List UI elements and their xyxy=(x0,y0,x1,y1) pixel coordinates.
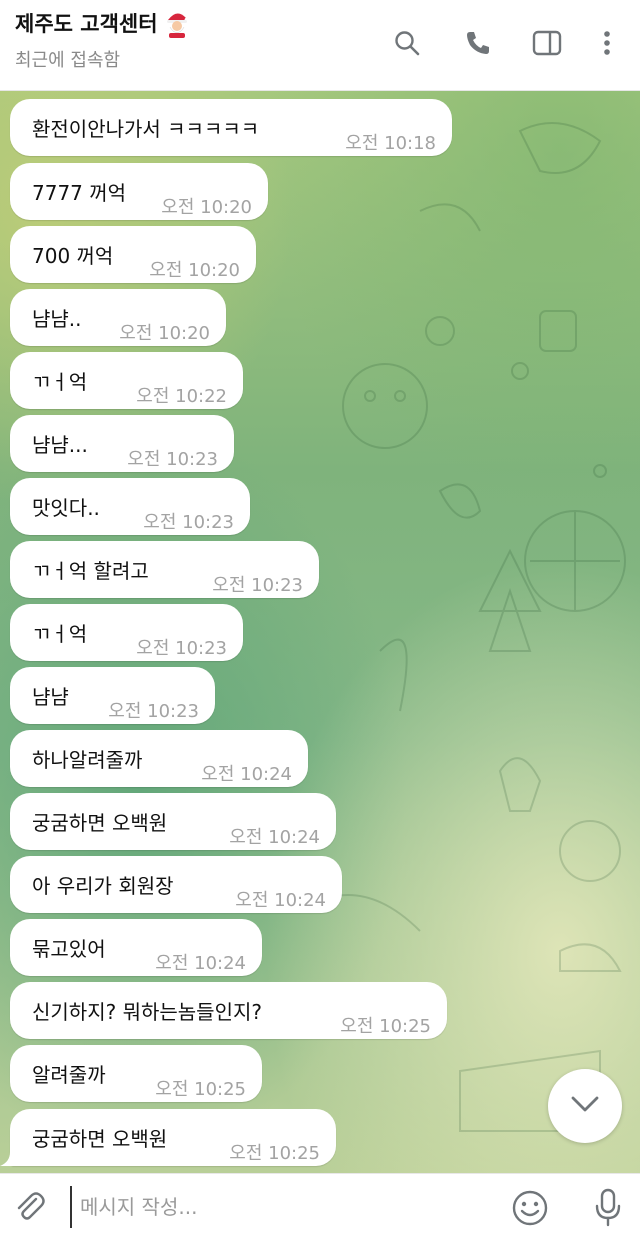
message-text: 맛잇다.. xyxy=(32,496,100,520)
bubble-tail xyxy=(0,1152,14,1166)
message-time: 오전 10:23 xyxy=(127,449,218,470)
santa-emoji-icon xyxy=(164,8,190,38)
message-bubble[interactable]: 700 꺼억 오전 10:20 xyxy=(10,226,256,283)
message-text: 궁굼하면 오백원 xyxy=(32,811,168,835)
message-time: 오전 10:24 xyxy=(201,764,292,785)
message-time: 오전 10:25 xyxy=(229,1143,320,1164)
message-time: 오전 10:23 xyxy=(212,575,303,596)
message-time: 오전 10:25 xyxy=(155,1079,246,1100)
message-text: 7777 꺼억 xyxy=(32,181,127,205)
message-bubble[interactable]: 신기하지? 뭐하는놈들인지? 오전 10:25 xyxy=(10,982,447,1039)
message-bubble[interactable]: 맛잇다.. 오전 10:23 xyxy=(10,478,250,535)
message-time: 오전 10:20 xyxy=(161,197,252,218)
message-text: 냠냠 xyxy=(32,685,69,709)
message-bubble[interactable]: 냠냠 오전 10:23 xyxy=(10,667,215,724)
message-bubble[interactable]: 환전이안나가서 ㅋㅋㅋㅋㅋ 오전 10:18 xyxy=(10,99,452,156)
chat-header: 제주도 고객센터 최근에 접속함 xyxy=(0,0,640,91)
message-bubble[interactable]: 하나알려줄까 오전 10:24 xyxy=(10,730,308,787)
chat-title-text: 제주도 고객센터 xyxy=(15,12,158,36)
message-text: ㄲㅓ억 xyxy=(32,370,88,394)
message-text: 냠냠.. xyxy=(32,307,82,331)
message-text: 하나알려줄까 xyxy=(32,748,143,772)
phone-icon[interactable] xyxy=(461,26,495,60)
message-time: 오전 10:20 xyxy=(149,260,240,281)
message-time: 오전 10:18 xyxy=(345,133,436,154)
message-bubble[interactable]: ㄲㅓ억 오전 10:22 xyxy=(10,352,243,409)
message-time: 오전 10:24 xyxy=(235,890,326,911)
message-text: 궁굼하면 오백원 xyxy=(32,1127,168,1151)
message-time: 오전 10:23 xyxy=(136,638,227,659)
message-text: ㄲㅓ억 xyxy=(32,622,88,646)
message-bubble[interactable]: 궁굼하면 오백원 오전 10:25 xyxy=(10,1109,336,1166)
message-input[interactable] xyxy=(70,1186,502,1228)
message-bubble[interactable]: 7777 꺼억 오전 10:20 xyxy=(10,163,268,220)
message-bubble[interactable]: 궁굼하면 오백원 오전 10:24 xyxy=(10,793,336,850)
message-bubble[interactable]: 냠냠... 오전 10:23 xyxy=(10,415,234,472)
message-time: 오전 10:24 xyxy=(229,827,320,848)
message-text: 700 꺼억 xyxy=(32,244,114,268)
sidebar-toggle-icon[interactable] xyxy=(530,26,564,60)
message-bubble[interactable]: ㄲㅓ억 할려고 오전 10:23 xyxy=(10,541,319,598)
last-seen-status: 최근에 접속함 xyxy=(15,50,121,71)
message-text: 묶고있어 xyxy=(32,937,106,961)
emoji-icon[interactable] xyxy=(510,1188,550,1228)
chat-messages-area[interactable]: 환전이안나가서 ㅋㅋㅋㅋㅋ 오전 10:18 7777 꺼억 오전 10:20 … xyxy=(0,91,640,1173)
message-time: 오전 10:23 xyxy=(108,701,199,722)
message-time: 오전 10:23 xyxy=(143,512,234,533)
message-time: 오전 10:24 xyxy=(155,953,246,974)
chat-title-area[interactable]: 제주도 고객센터 최근에 접속함 xyxy=(15,8,190,72)
chevron-down-icon xyxy=(570,1095,600,1117)
chat-title: 제주도 고객센터 xyxy=(15,8,190,38)
attach-icon[interactable] xyxy=(12,1190,48,1226)
message-bubble[interactable]: 알려줄까 오전 10:25 xyxy=(10,1045,262,1102)
message-text: 신기하지? 뭐하는놈들인지? xyxy=(32,1000,262,1024)
search-icon[interactable] xyxy=(390,26,424,60)
message-text: 알려줄까 xyxy=(32,1063,106,1087)
microphone-icon[interactable] xyxy=(588,1186,628,1228)
message-text: 냠냠... xyxy=(32,433,88,457)
message-time: 오전 10:22 xyxy=(136,386,227,407)
message-time: 오전 10:20 xyxy=(119,323,210,344)
message-bubble[interactable]: 냠냠.. 오전 10:20 xyxy=(10,289,226,346)
message-bubble[interactable]: 묶고있어 오전 10:24 xyxy=(10,919,262,976)
message-time: 오전 10:25 xyxy=(340,1016,431,1037)
message-bubble[interactable]: 아 우리가 회원장 오전 10:24 xyxy=(10,856,342,913)
scroll-to-bottom-button[interactable] xyxy=(548,1069,622,1143)
more-vertical-icon[interactable] xyxy=(590,26,624,60)
message-text: ㄲㅓ억 할려고 xyxy=(32,559,149,583)
message-text: 환전이안나가서 ㅋㅋㅋㅋㅋ xyxy=(32,117,260,141)
message-bubble[interactable]: ㄲㅓ억 오전 10:23 xyxy=(10,604,243,661)
message-text: 아 우리가 회원장 xyxy=(32,874,174,898)
message-composer xyxy=(0,1173,640,1238)
